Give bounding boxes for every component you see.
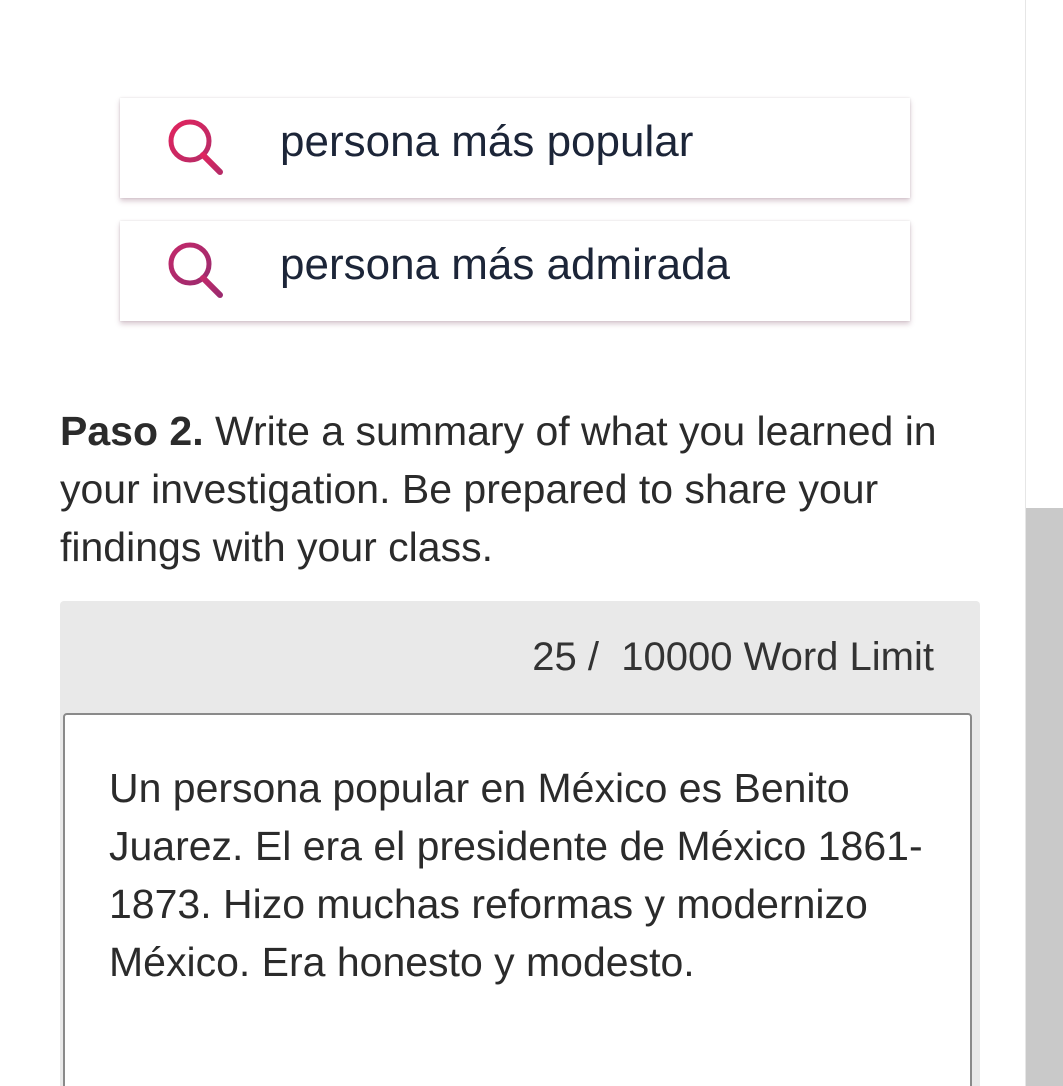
response-panel: 25 / 10000 Word Limit Un persona popular… — [60, 601, 980, 1086]
word-limit-text: 10000 Word Limit — [621, 635, 934, 679]
step-label: Paso 2. — [60, 408, 204, 454]
editor-content[interactable]: Un persona popular en México es Benito J… — [109, 759, 939, 991]
word-count-separator: / — [587, 635, 599, 679]
search-suggestion-label: persona más popular — [280, 117, 694, 166]
word-count-indicator: 25 / 10000 Word Limit — [532, 633, 934, 681]
search-icon — [168, 119, 223, 175]
search-icon — [168, 242, 223, 298]
cropped-previous-text — [150, 0, 450, 10]
step-instructions: Paso 2. Write a summary of what you lear… — [60, 402, 980, 576]
search-suggestion-popular[interactable]: persona más popular — [120, 98, 910, 198]
scrollbar-thumb[interactable] — [1026, 508, 1063, 1086]
search-suggestion-label: persona más admirada — [280, 240, 731, 289]
summary-text-editor[interactable]: Un persona popular en México es Benito J… — [63, 713, 972, 1086]
word-count-value: 25 — [532, 635, 577, 679]
search-suggestion-admired[interactable]: persona más admirada — [120, 221, 910, 321]
page-scrollbar[interactable] — [1025, 0, 1063, 1086]
